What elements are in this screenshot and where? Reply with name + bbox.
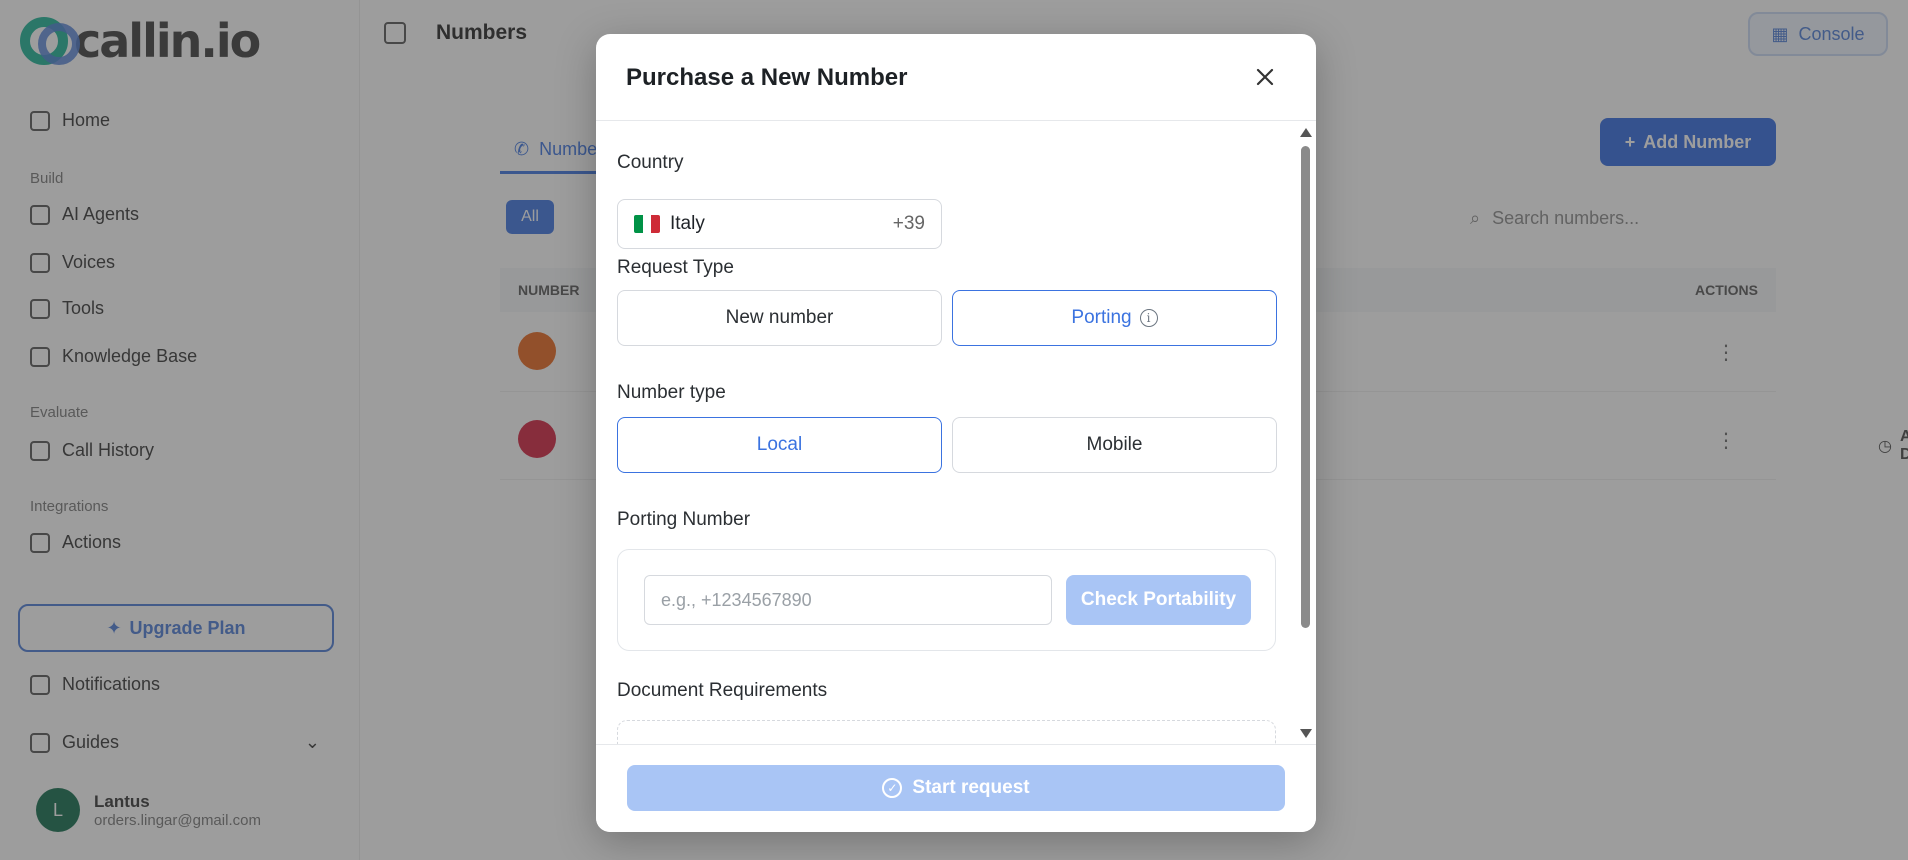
request-type-new-number[interactable]: New number [617, 290, 942, 346]
option-label: Porting [1071, 307, 1132, 328]
country-select[interactable]: Italy +39 [617, 199, 942, 249]
country-label: Country [617, 152, 684, 173]
close-icon [1256, 68, 1274, 86]
number-type-label: Number type [617, 382, 726, 403]
purchase-number-dialog: Purchase a New Number Country Italy +39 … [596, 34, 1316, 832]
porting-number-input[interactable] [644, 575, 1052, 625]
start-request-button[interactable]: ✓ Start request [627, 765, 1285, 811]
country-name: Italy [670, 213, 705, 234]
document-requirements-panel [617, 720, 1276, 744]
scroll-up-arrow-icon[interactable] [1300, 128, 1312, 137]
option-label: Mobile [1086, 434, 1143, 455]
dialog-scrollbar[interactable] [1294, 122, 1316, 744]
scrollbar-thumb[interactable] [1301, 146, 1310, 628]
check-portability-button[interactable]: Check Portability [1066, 575, 1251, 625]
request-type-label: Request Type [617, 257, 734, 278]
option-label: Local [756, 434, 803, 455]
dialog-footer: ✓ Start request [596, 744, 1316, 832]
dial-code: +39 [892, 213, 925, 234]
porting-number-label: Porting Number [617, 509, 751, 530]
option-label: New number [725, 307, 834, 328]
number-type-local[interactable]: Local [617, 417, 942, 473]
dialog-header: Purchase a New Number [596, 34, 1316, 121]
scroll-down-arrow-icon[interactable] [1300, 729, 1312, 738]
check-circle-icon: ✓ [882, 778, 903, 798]
document-requirements-label: Document Requirements [617, 680, 828, 701]
request-type-porting[interactable]: Porting i [952, 290, 1277, 346]
number-type-mobile[interactable]: Mobile [952, 417, 1277, 473]
info-icon[interactable]: i [1139, 309, 1158, 327]
dialog-title: Purchase a New Number [626, 64, 908, 91]
close-button[interactable] [1252, 64, 1278, 90]
porting-number-panel: Check Portability [617, 549, 1276, 651]
start-request-label: Start request [912, 777, 1030, 798]
italy-flag-icon [634, 215, 660, 233]
dialog-body: Country Italy +39 Request Type New numbe… [596, 122, 1316, 744]
